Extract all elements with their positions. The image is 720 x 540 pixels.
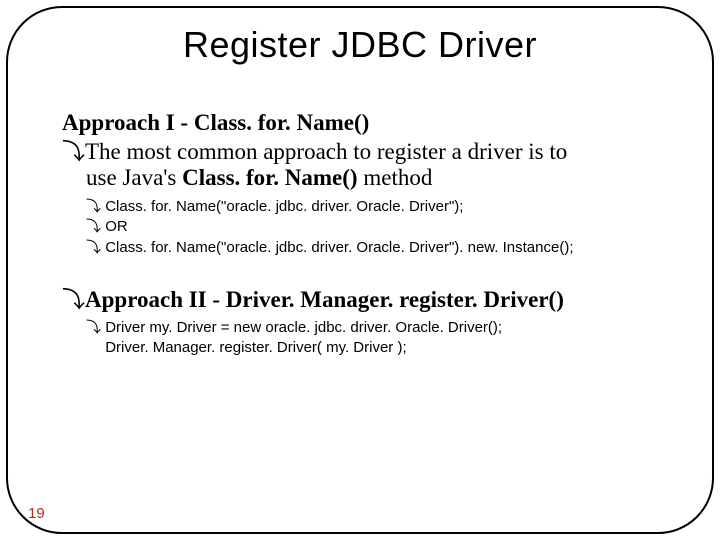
approach1-text: ⤵The most common approach to register a …: [62, 138, 658, 191]
approach1-sub-item: ⤵ OR: [86, 217, 658, 237]
approach1-sub-text: OR: [105, 218, 128, 235]
bullet-icon: ⤵: [86, 198, 101, 215]
approach2-heading: ⤵Approach II - Driver. Manager. register…: [62, 280, 658, 314]
bullet-icon: ⤵: [62, 286, 85, 312]
bullet-icon: ⤵: [86, 319, 101, 336]
bullet-icon: ⤵: [86, 218, 101, 235]
approach1-heading-prefix: Approach I -: [62, 110, 194, 135]
approach1-sub-text: Class. for. Name("oracle. jdbc. driver. …: [105, 239, 573, 256]
approach1-text-line1: The most common approach to register a d…: [85, 139, 567, 164]
approach1-line2-suffix: method: [358, 165, 433, 190]
approach1-sub-text: Class. for. Name("oracle. jdbc. driver. …: [105, 198, 463, 215]
approach1-line2-bold: Class. for. Name(): [182, 165, 357, 190]
approach1-heading: Approach I - Class. for. Name(): [62, 110, 658, 136]
approach2-sub-item: ⤵ Driver my. Driver = new oracle. jdbc. …: [86, 318, 658, 359]
approach2-sub-line2: Driver. Manager. register. Driver( my. D…: [105, 339, 406, 356]
approach1-sub-item: ⤵ Class. for. Name("oracle. jdbc. driver…: [86, 238, 658, 258]
slide-title: Register JDBC Driver: [0, 24, 720, 66]
approach2-sub-list: ⤵ Driver my. Driver = new oracle. jdbc. …: [86, 318, 658, 359]
bullet-icon: ⤵: [62, 138, 85, 164]
approach1-heading-method: Class. for. Name(): [194, 110, 369, 135]
page-number: 19: [28, 505, 45, 522]
approach1-text-line2: use Java's Class. for. Name() method: [86, 164, 658, 192]
slide-body: Approach I - Class. for. Name() ⤵The mos…: [62, 110, 658, 380]
approach2-heading-text: Approach II - Driver. Manager. register.…: [85, 287, 564, 312]
approach1-sub-item: ⤵ Class. for. Name("oracle. jdbc. driver…: [86, 197, 658, 217]
slide: Register JDBC Driver Approach I - Class.…: [0, 0, 720, 540]
approach1-sub-list: ⤵ Class. for. Name("oracle. jdbc. driver…: [86, 197, 658, 258]
approach1-line2-prefix: use Java's: [86, 165, 182, 190]
bullet-icon: ⤵: [86, 239, 101, 256]
approach2-sub-line1: Driver my. Driver = new oracle. jdbc. dr…: [105, 319, 502, 336]
